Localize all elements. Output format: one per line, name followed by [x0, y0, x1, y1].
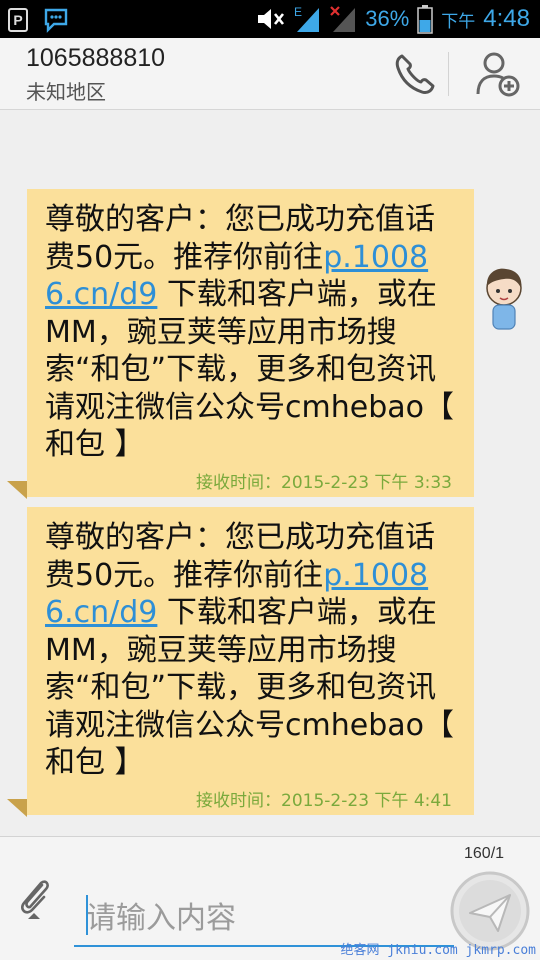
composer-bar: 160/1 绝客网 jkniu.com jkmrp.com [0, 836, 540, 960]
add-contact-button[interactable] [472, 48, 524, 100]
signal-icon: E [294, 5, 320, 32]
battery-icon [417, 5, 434, 34]
mute-icon [258, 9, 285, 29]
clock-time: 4:48 [483, 5, 530, 32]
header-divider [448, 52, 449, 96]
call-button[interactable] [388, 48, 440, 100]
contact-number: 1065888810 [26, 44, 166, 72]
add-contact-icon [476, 52, 520, 97]
watermark: 绝客网 jkniu.com jkmrp.com [340, 943, 536, 958]
text-cursor [86, 895, 88, 935]
conversation-header: 1065888810 未知地区 [0, 38, 540, 110]
contact-region: 未知地区 [26, 80, 106, 104]
message-list[interactable]: 尊敬的客户：您已成功充值话费50元。推荐你前往p.10086.cn/d9 下载和… [0, 111, 540, 836]
status-bar: P E 36% 下午 4:48 [0, 0, 540, 38]
phone-icon [395, 54, 435, 94]
message-text: 尊敬的客户：您已成功充值话费50元。推荐你前往p.10086.cn/d9 下载和… [45, 520, 454, 780]
battery-percent: 36% [365, 6, 410, 31]
clock-ampm: 下午 [441, 11, 476, 31]
p-icon: P [8, 8, 28, 32]
no-signal-icon [330, 6, 356, 32]
message-timestamp: 接收时间：2015-2-23 下午 3:33 [196, 473, 452, 493]
attach-button[interactable] [14, 873, 56, 923]
message-bubble[interactable]: 尊敬的客户：您已成功充值话费50元。推荐你前往p.10086.cn/d9 下载和… [7, 189, 474, 499]
avatar [486, 268, 522, 330]
bubble-tail [7, 799, 27, 817]
message-bubble[interactable]: 尊敬的客户：您已成功充值话费50元。推荐你前往p.10086.cn/d9 下载和… [7, 507, 474, 817]
chat-notification-icon [44, 8, 68, 33]
bubble-tail [7, 481, 27, 499]
message-text: 尊敬的客户：您已成功充值话费50元。推荐你前往p.10086.cn/d9 下载和… [45, 202, 454, 462]
paperclip-icon [21, 880, 49, 919]
char-counter: 160/1 [464, 845, 505, 862]
svg-text:E: E [294, 5, 302, 19]
message-timestamp: 接收时间：2015-2-23 下午 4:41 [196, 791, 452, 811]
